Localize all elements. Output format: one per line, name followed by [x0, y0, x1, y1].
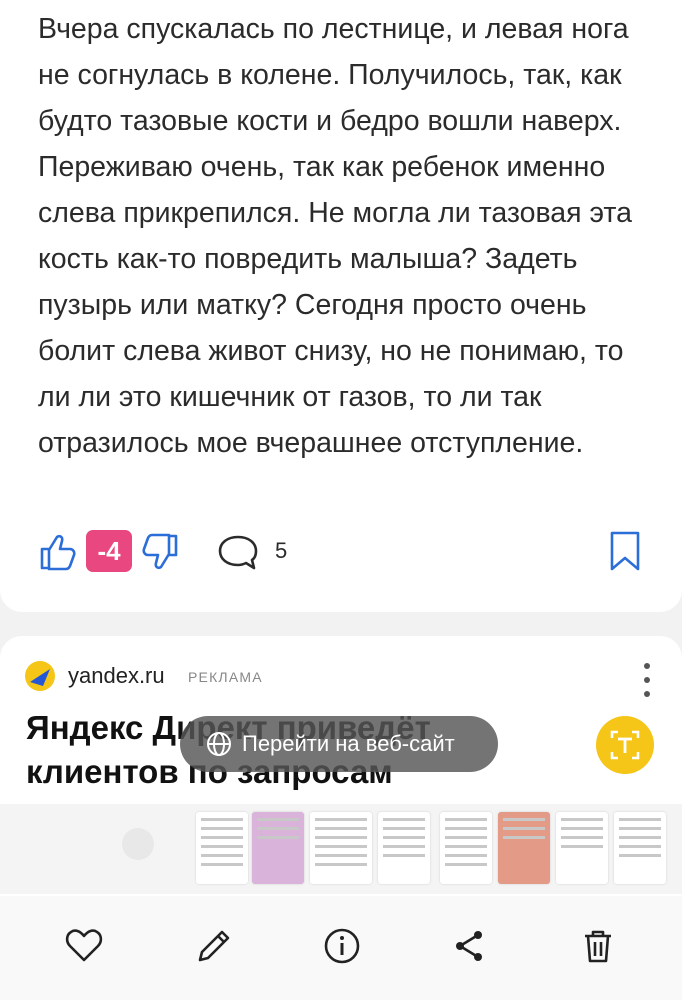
ad-domain[interactable]: yandex.ru	[68, 663, 165, 689]
lens-icon	[610, 730, 640, 760]
faded-logo-icon	[122, 828, 154, 860]
rating-score-badge: -4	[86, 530, 132, 572]
ad-screenshot[interactable]	[614, 812, 666, 884]
thumbs-up-icon[interactable]	[38, 532, 76, 572]
edit-pencil-icon[interactable]	[194, 926, 234, 966]
ad-screenshot[interactable]	[252, 812, 304, 884]
ad-screenshot[interactable]	[196, 812, 248, 884]
ad-screenshot[interactable]	[556, 812, 608, 884]
post-text: Вчера спускалась по лестнице, и левая но…	[38, 13, 633, 459]
ad-screenshot-strip	[0, 804, 682, 894]
share-icon[interactable]	[450, 926, 490, 966]
more-options-icon[interactable]	[636, 660, 658, 700]
ad-screenshot[interactable]	[378, 812, 430, 884]
trash-icon[interactable]	[578, 926, 618, 966]
thumbs-down-icon[interactable]	[142, 532, 180, 572]
ad-screenshot[interactable]	[440, 812, 492, 884]
info-icon[interactable]	[322, 926, 362, 966]
globe-icon	[207, 732, 231, 756]
ad-label: РЕКЛАМА	[188, 669, 263, 685]
ad-screenshot[interactable]	[310, 812, 372, 884]
post-actions: -4 5	[0, 528, 682, 578]
image-search-button[interactable]	[596, 716, 654, 774]
post-card: Вчера спускалась по лестнице, и левая но…	[0, 0, 682, 612]
ad-screenshot[interactable]	[498, 812, 550, 884]
bottom-toolbar	[0, 896, 682, 1000]
comments-count[interactable]: 5	[275, 538, 287, 564]
heart-icon[interactable]	[64, 926, 104, 966]
faded-brand-watermark	[118, 822, 158, 871]
bookmark-icon[interactable]	[608, 530, 642, 572]
visit-website-button[interactable]: Перейти на веб-сайт	[180, 716, 498, 772]
comment-bubble-icon[interactable]	[216, 533, 260, 573]
yandex-logo-icon	[25, 661, 55, 691]
visit-website-label: Перейти на веб-сайт	[242, 731, 455, 756]
